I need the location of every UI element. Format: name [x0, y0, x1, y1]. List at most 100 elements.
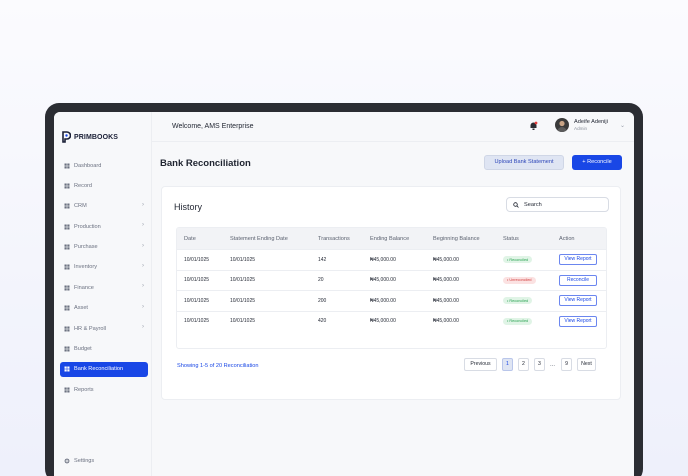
logo-icon: [62, 131, 71, 143]
table-header: Date Statement Ending Date Transactions End…: [177, 228, 606, 249]
cell-transactions: 142: [318, 256, 327, 263]
cell-transactions: 420: [318, 318, 327, 325]
sidebar-item-production[interactable]: Production ›: [60, 219, 148, 234]
page-button[interactable]: 1: [502, 358, 513, 371]
page-button[interactable]: 2: [518, 358, 529, 371]
user-menu[interactable]: Adeife Adeniji Admin: [555, 118, 608, 132]
chevron-right-icon: ›: [142, 283, 144, 290]
reconcile-row-button[interactable]: Reconcile: [559, 274, 597, 286]
cell-status: • Reconciled: [503, 250, 533, 270]
sidebar-item-dashboard[interactable]: Dashboard: [60, 158, 148, 173]
sidebar-item-asset[interactable]: Asset ›: [60, 301, 148, 316]
search-placeholder: Search: [524, 201, 542, 208]
notification-bell-icon[interactable]: [529, 121, 538, 131]
upload-bank-statement-button[interactable]: Upload Bank Statement: [484, 155, 564, 170]
hr-icon: [64, 326, 70, 332]
sidebar-item-label: Inventory: [74, 264, 98, 271]
gear-icon: [64, 458, 70, 464]
logo-text: PRIMBOOKS: [74, 133, 119, 141]
showing-text: Showing 1-5 of 20 Reconciliation: [177, 363, 259, 369]
cell-beginning-balance: ₦45,000.00: [433, 277, 459, 284]
crm-icon: [64, 203, 70, 209]
cell-status: • Reconciled: [503, 312, 533, 332]
view-report-button[interactable]: View Report: [559, 295, 597, 307]
status-badge: • Reconciled: [503, 256, 533, 264]
history-title: History: [174, 202, 203, 212]
next-page-button[interactable]: Next: [577, 358, 597, 371]
cell-date: 10/01/1025: [184, 256, 210, 263]
sidebar-item-label: CRM: [74, 203, 87, 210]
production-icon: [64, 224, 70, 230]
status-badge: • Reconciled: [503, 297, 533, 305]
sidebar-item-budget[interactable]: Budget: [60, 342, 148, 357]
sidebar-item-finance[interactable]: Finance ›: [60, 280, 148, 295]
bank-icon: [64, 366, 70, 372]
reconcile-button[interactable]: + Reconcile: [572, 155, 622, 170]
table-body: 10/01/1025 10/01/1025 142 ₦45,000.00 ₦45,000…: [177, 249, 606, 331]
finance-icon: [64, 285, 70, 291]
sidebar-item-label: Bank Reconciliation: [74, 366, 124, 373]
column-header: Transactions: [318, 235, 350, 242]
cell-date: 10/01/1025: [184, 297, 210, 304]
chevron-right-icon: ›: [142, 242, 144, 249]
logo: PRIMBOOKS: [61, 131, 118, 143]
cell-transactions: 20: [318, 277, 324, 284]
sidebar-item-label: Finance: [74, 284, 94, 291]
cell-action: View Report: [559, 250, 597, 270]
sidebar-item-settings[interactable]: Settings: [64, 458, 94, 464]
history-card: History Search Date Statement Ending Date…: [161, 186, 621, 400]
search-icon: [513, 201, 519, 208]
sidebar-item-label: HR & Payroll: [74, 325, 107, 332]
column-header: Ending Balance: [370, 235, 410, 242]
sidebar-item-crm[interactable]: CRM ›: [60, 199, 148, 214]
table-row: 10/01/1025 10/01/1025 20 ₦45,000.00 ₦45,000.…: [177, 269, 606, 291]
top-bar: Welcome, AMS Enterprise Adeife Adeniji A…: [152, 112, 634, 142]
reports-icon: [64, 387, 70, 393]
column-header: Statement Ending Date: [230, 235, 288, 242]
cell-ending-balance: ₦45,000.00: [370, 297, 396, 304]
chevron-down-icon[interactable]: ⌄: [620, 122, 625, 129]
app-screen: PRIMBOOKS Dashboard Record CRM › Production ›…: [54, 112, 634, 476]
view-report-button[interactable]: View Report: [559, 315, 597, 327]
sidebar-item-bank-reconciliation[interactable]: Bank Reconciliation: [60, 361, 148, 377]
cell-ending-date: 10/01/1025: [230, 297, 256, 304]
page-button-last[interactable]: 9: [561, 358, 573, 371]
record-icon: [64, 183, 70, 189]
sidebar-nav: Dashboard Record CRM › Production › Purchase › I…: [60, 158, 148, 403]
page-title: Bank Reconciliation: [160, 158, 251, 169]
cell-transactions: 200: [318, 297, 327, 304]
chevron-right-icon: ›: [142, 303, 144, 310]
avatar: [555, 118, 569, 132]
column-header: Action: [559, 235, 575, 242]
sidebar-item-record[interactable]: Record: [60, 178, 148, 193]
cell-ending-date: 10/01/1025: [230, 256, 256, 263]
user-role: Admin: [574, 125, 588, 131]
sidebar-item-reports[interactable]: Reports: [60, 382, 148, 397]
pagination: Previous 123 ... 9 Next: [464, 358, 597, 371]
cell-status: • Reconciled: [503, 291, 533, 311]
settings-label: Settings: [74, 458, 95, 464]
cell-date: 10/01/1025: [184, 277, 210, 284]
chevron-right-icon: ›: [142, 222, 144, 229]
view-report-button[interactable]: View Report: [559, 254, 597, 266]
sidebar-item-purchase[interactable]: Purchase ›: [60, 240, 148, 255]
status-badge: • Unreconciled: [503, 276, 536, 284]
sidebar-item-hr-payroll[interactable]: HR & Payroll ›: [60, 321, 148, 336]
sidebar-item-label: Asset: [74, 305, 88, 312]
sidebar-item-label: Purchase: [74, 244, 98, 251]
dashboard-icon: [64, 163, 70, 168]
status-badge: • Reconciled: [503, 317, 533, 325]
cell-ending-balance: ₦45,000.00: [370, 256, 396, 263]
sidebar-item-label: Dashboard: [74, 162, 102, 169]
reconciliation-table: Date Statement Ending Date Transactions End…: [176, 227, 607, 349]
table-row: 10/01/1025 10/01/1025 142 ₦45,000.00 ₦45,000…: [177, 249, 606, 270]
budget-icon: [64, 346, 70, 352]
cell-beginning-balance: ₦45,000.00: [433, 297, 459, 304]
page-button[interactable]: 3: [534, 358, 545, 371]
previous-page-button[interactable]: Previous: [464, 358, 497, 371]
pagination-ellipsis: ...: [550, 361, 556, 368]
welcome-text: Welcome, AMS Enterprise: [172, 123, 254, 130]
table-row: 10/01/1025 10/01/1025 420 ₦45,000.00 ₦45,000…: [177, 310, 606, 332]
search-input[interactable]: Search: [506, 197, 609, 212]
sidebar-item-inventory[interactable]: Inventory ›: [60, 260, 148, 275]
